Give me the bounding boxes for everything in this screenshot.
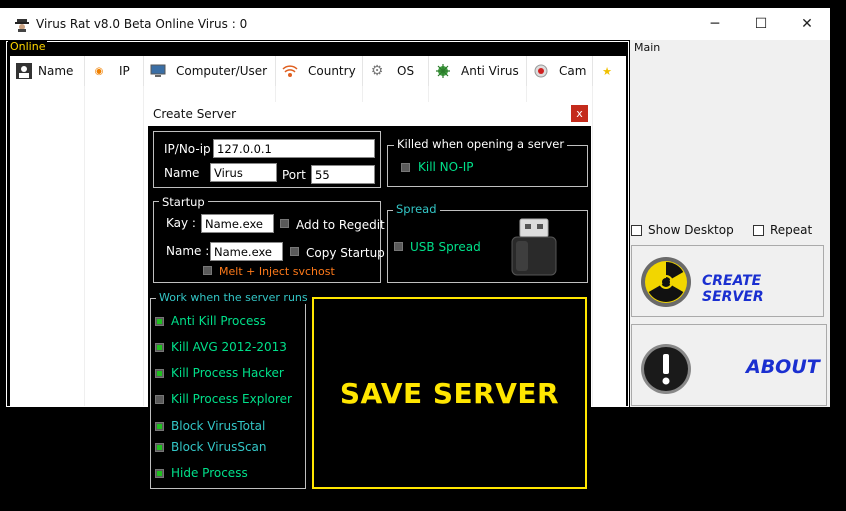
- kill-process-explorer-checkbox[interactable]: [155, 395, 164, 404]
- copy-startup-checkbox[interactable]: [290, 247, 299, 256]
- ip-input[interactable]: 127.0.0.1: [213, 139, 375, 158]
- column-cam[interactable]: Cam: [527, 56, 593, 86]
- about-label: ABOUT: [746, 356, 820, 378]
- grid-column: [10, 86, 85, 406]
- column-ip-label: IP: [119, 64, 130, 78]
- gear-icon: ⚙: [370, 63, 384, 79]
- repeat-option[interactable]: Repeat: [753, 223, 812, 237]
- ip-label: IP/No-ip: [164, 142, 211, 156]
- column-country[interactable]: Country: [276, 56, 363, 86]
- kill-process-hacker-label: Kill Process Hacker: [171, 366, 284, 380]
- kill-noip-checkbox[interactable]: [401, 163, 410, 172]
- create-server-button[interactable]: CREATE SERVER: [631, 245, 824, 317]
- usb-spread-checkbox[interactable]: [394, 242, 403, 251]
- virus-icon: [435, 63, 451, 79]
- melt-inject-label: Melt + Inject svchost: [219, 265, 335, 278]
- melt-inject-checkbox[interactable]: [203, 266, 212, 275]
- user-icon: [16, 63, 32, 79]
- dialog-title: Create Server: [153, 107, 237, 121]
- radiation-icon: [639, 254, 693, 313]
- port-input[interactable]: 55: [311, 165, 375, 184]
- column-extra[interactable]: ★: [593, 56, 626, 86]
- dialog-title-bar[interactable]: Create Server: [148, 102, 591, 126]
- dialog-close-button[interactable]: x: [571, 105, 588, 122]
- startup-name-input[interactable]: Name.exe: [210, 242, 283, 261]
- column-computer-label: Computer/User: [176, 64, 268, 78]
- kill-noip-label: Kill NO-IP: [418, 160, 474, 174]
- kill-avg-checkbox[interactable]: [155, 343, 164, 352]
- port-label: Port: [282, 168, 306, 182]
- usb-drive-icon: [508, 217, 558, 280]
- save-server-button[interactable]: SAVE SERVER: [312, 297, 587, 489]
- spy-app-icon: [14, 16, 30, 32]
- column-name[interactable]: Name: [10, 56, 85, 86]
- column-cam-label: Cam: [559, 64, 587, 78]
- anti-kill-label: Anti Kill Process: [171, 314, 266, 328]
- key-input[interactable]: Name.exe: [201, 214, 274, 233]
- block-virustotal-checkbox[interactable]: [155, 422, 164, 431]
- block-virusscan-checkbox[interactable]: [155, 443, 164, 452]
- window-title: Virus Rat v8.0 Beta Online Virus : 0: [36, 17, 248, 31]
- spread-legend: Spread: [393, 202, 440, 216]
- online-legend: Online: [8, 40, 48, 53]
- block-virustotal-label: Block VirusTotal: [171, 419, 266, 433]
- show-desktop-option[interactable]: Show Desktop: [631, 223, 734, 237]
- hide-process-label: Hide Process: [171, 466, 248, 480]
- show-desktop-label: Show Desktop: [648, 223, 734, 237]
- about-button[interactable]: ABOUT: [631, 324, 827, 406]
- column-os-label: OS: [397, 64, 415, 78]
- maximize-button[interactable]: ☐: [738, 8, 784, 40]
- kill-process-explorer-label: Kill Process Explorer: [171, 392, 292, 406]
- main-legend: Main: [634, 41, 661, 54]
- grid-column: [85, 86, 144, 406]
- computer-icon: [150, 63, 166, 79]
- column-antivirus[interactable]: Anti Virus: [429, 56, 527, 86]
- hide-process-checkbox[interactable]: [155, 469, 164, 478]
- column-name-label: Name: [38, 64, 74, 78]
- save-server-label: SAVE SERVER: [339, 376, 560, 410]
- kill-avg-label: Kill AVG 2012-2013: [171, 340, 287, 354]
- copy-startup-label: Copy Startup: [306, 246, 385, 260]
- column-ip[interactable]: ◉ IP: [85, 56, 144, 86]
- repeat-checkbox[interactable]: [753, 224, 764, 236]
- block-virusscan-label: Block VirusScan: [171, 440, 267, 454]
- work-legend: Work when the server runs: [156, 291, 311, 304]
- signal-icon: [282, 63, 298, 79]
- anti-kill-checkbox[interactable]: [155, 317, 164, 326]
- title-bar[interactable]: Virus Rat v8.0 Beta Online Virus : 0 ─ ☐…: [0, 8, 830, 40]
- add-regedit-label: Add to Regedit: [296, 218, 385, 232]
- star-icon: ★: [602, 64, 612, 78]
- usb-spread-label: USB Spread: [410, 240, 481, 254]
- create-server-label: CREATE SERVER: [702, 273, 764, 305]
- column-antivirus-label: Anti Virus: [461, 64, 519, 78]
- rss-icon: ◉: [94, 65, 104, 77]
- column-computer[interactable]: Computer/User: [144, 56, 276, 86]
- killed-legend: Killed when opening a server: [394, 137, 568, 151]
- close-button[interactable]: ✕: [784, 8, 830, 40]
- name-input[interactable]: Virus: [210, 163, 277, 182]
- exclamation-icon: [639, 342, 693, 399]
- column-os[interactable]: ⚙ OS: [363, 56, 429, 86]
- column-country-label: Country: [308, 64, 356, 78]
- startup-name-label: Name :: [166, 244, 210, 258]
- show-desktop-checkbox[interactable]: [631, 224, 642, 236]
- repeat-label: Repeat: [770, 223, 813, 237]
- webcam-icon: [533, 63, 549, 79]
- add-regedit-checkbox[interactable]: [280, 219, 289, 228]
- kill-process-hacker-checkbox[interactable]: [155, 369, 164, 378]
- minimize-button[interactable]: ─: [692, 8, 738, 40]
- startup-legend: Startup: [159, 195, 208, 209]
- name-label: Name: [164, 166, 200, 180]
- key-label: Kay :: [166, 216, 196, 230]
